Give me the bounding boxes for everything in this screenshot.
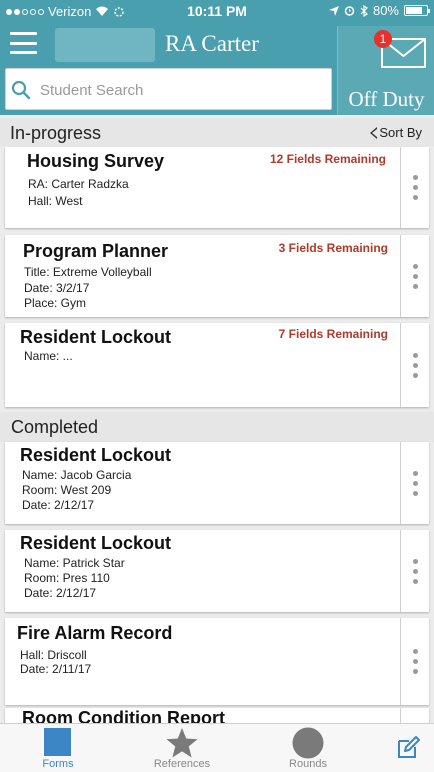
star-icon xyxy=(166,728,198,758)
form-detail: Hall: Driscoll xyxy=(20,648,87,662)
section-header-completed: Completed xyxy=(0,412,434,442)
tab-forms[interactable]: Forms xyxy=(20,724,96,772)
form-detail: Date: 3/2/17 xyxy=(24,281,90,295)
app-header: Verizon 10:11 PM 80% RA Carter 1 Off Dut… xyxy=(0,0,434,115)
sort-by-label: Sort By xyxy=(379,125,422,140)
form-title: Program Planner xyxy=(23,241,169,261)
fields-remaining-label: 12 Fields Remaining xyxy=(269,152,386,166)
duty-toggle-button[interactable]: 1 Off Duty xyxy=(337,26,434,115)
notification-badge: 1 xyxy=(374,30,392,48)
search-icon xyxy=(11,80,31,100)
form-detail: Date: 2/12/17 xyxy=(24,586,97,600)
form-card[interactable]: Resident Lockout Name: Patrick Star Room… xyxy=(5,530,429,612)
form-detail: RA: Carter Radzka xyxy=(28,177,129,191)
form-detail: Name: Jacob Garcia xyxy=(22,468,132,482)
alarm-clock-icon xyxy=(344,6,355,16)
battery-percent: 80% xyxy=(372,3,399,18)
form-detail: Name: Patrick Star xyxy=(24,556,125,570)
more-options-icon[interactable] xyxy=(401,323,429,407)
tab-label: Forms xyxy=(42,758,74,770)
form-detail: Place: Gym xyxy=(24,296,87,310)
form-title: Resident Lockout xyxy=(20,327,172,347)
form-detail: Room: West 209 xyxy=(22,483,112,497)
status-right: 80% xyxy=(328,3,430,18)
duty-status-label: Off Duty xyxy=(348,87,425,111)
form-title: Resident Lockout xyxy=(20,533,172,553)
tab-label: Rounds xyxy=(289,758,327,770)
battery-icon xyxy=(404,5,430,16)
form-detail: Title: Extreme Volleyball xyxy=(24,265,152,279)
section-header-in-progress: In-progress Sort By xyxy=(0,118,434,146)
section-title: Completed xyxy=(11,417,99,437)
fields-remaining-label: 3 Fields Remaining xyxy=(278,241,388,255)
more-options-icon[interactable] xyxy=(401,618,429,705)
location-arrow-icon xyxy=(328,5,339,16)
page-title: RA Carter xyxy=(165,31,259,56)
form-title: Housing Survey xyxy=(27,151,165,171)
avatar xyxy=(55,28,155,62)
form-card[interactable]: Program Planner 3 Fields Remaining Title… xyxy=(5,235,429,317)
more-options-icon[interactable] xyxy=(401,530,429,612)
circle-icon xyxy=(292,727,324,759)
form-title: Fire Alarm Record xyxy=(17,623,173,643)
form-title: Resident Lockout xyxy=(20,445,172,465)
form-card[interactable]: Resident Lockout Name: Jacob Garcia Room… xyxy=(5,442,429,524)
compose-button[interactable] xyxy=(388,724,428,772)
form-detail: Date: 2/11/17 xyxy=(20,662,92,676)
tab-label: References xyxy=(153,758,211,770)
form-detail: Name: ... xyxy=(24,349,73,363)
status-bar: Verizon 10:11 PM 80% xyxy=(0,0,434,22)
sort-by-button[interactable]: Sort By xyxy=(370,125,422,140)
fields-remaining-label: 7 Fields Remaining xyxy=(278,327,388,341)
form-card[interactable]: Fire Alarm Record Hall: Driscoll Date: 2… xyxy=(5,618,429,705)
form-detail: Hall: West xyxy=(28,194,83,208)
tab-rounds[interactable]: Rounds xyxy=(270,724,346,772)
more-options-icon[interactable] xyxy=(401,442,429,524)
chevron-left-icon xyxy=(370,126,378,139)
edit-icon xyxy=(398,736,420,758)
section-title: In-progress xyxy=(10,123,102,143)
forms-icon xyxy=(44,728,71,756)
form-card[interactable]: Resident Lockout 7 Fields Remaining Name… xyxy=(5,323,429,407)
form-detail: Date: 2/12/17 xyxy=(22,498,95,512)
bluetooth-icon xyxy=(360,4,368,17)
form-card[interactable]: Housing Survey 12 Fields Remaining RA: C… xyxy=(5,147,429,228)
more-options-icon[interactable] xyxy=(401,235,429,317)
form-detail: Room: Pres 110 xyxy=(24,571,110,585)
search-bar[interactable] xyxy=(5,68,332,110)
hamburger-menu-icon[interactable] xyxy=(10,32,37,54)
tab-references[interactable]: References xyxy=(140,724,224,772)
tab-bar: Forms References Rounds xyxy=(0,723,434,772)
more-options-icon[interactable] xyxy=(401,147,429,228)
search-input[interactable] xyxy=(40,77,325,103)
